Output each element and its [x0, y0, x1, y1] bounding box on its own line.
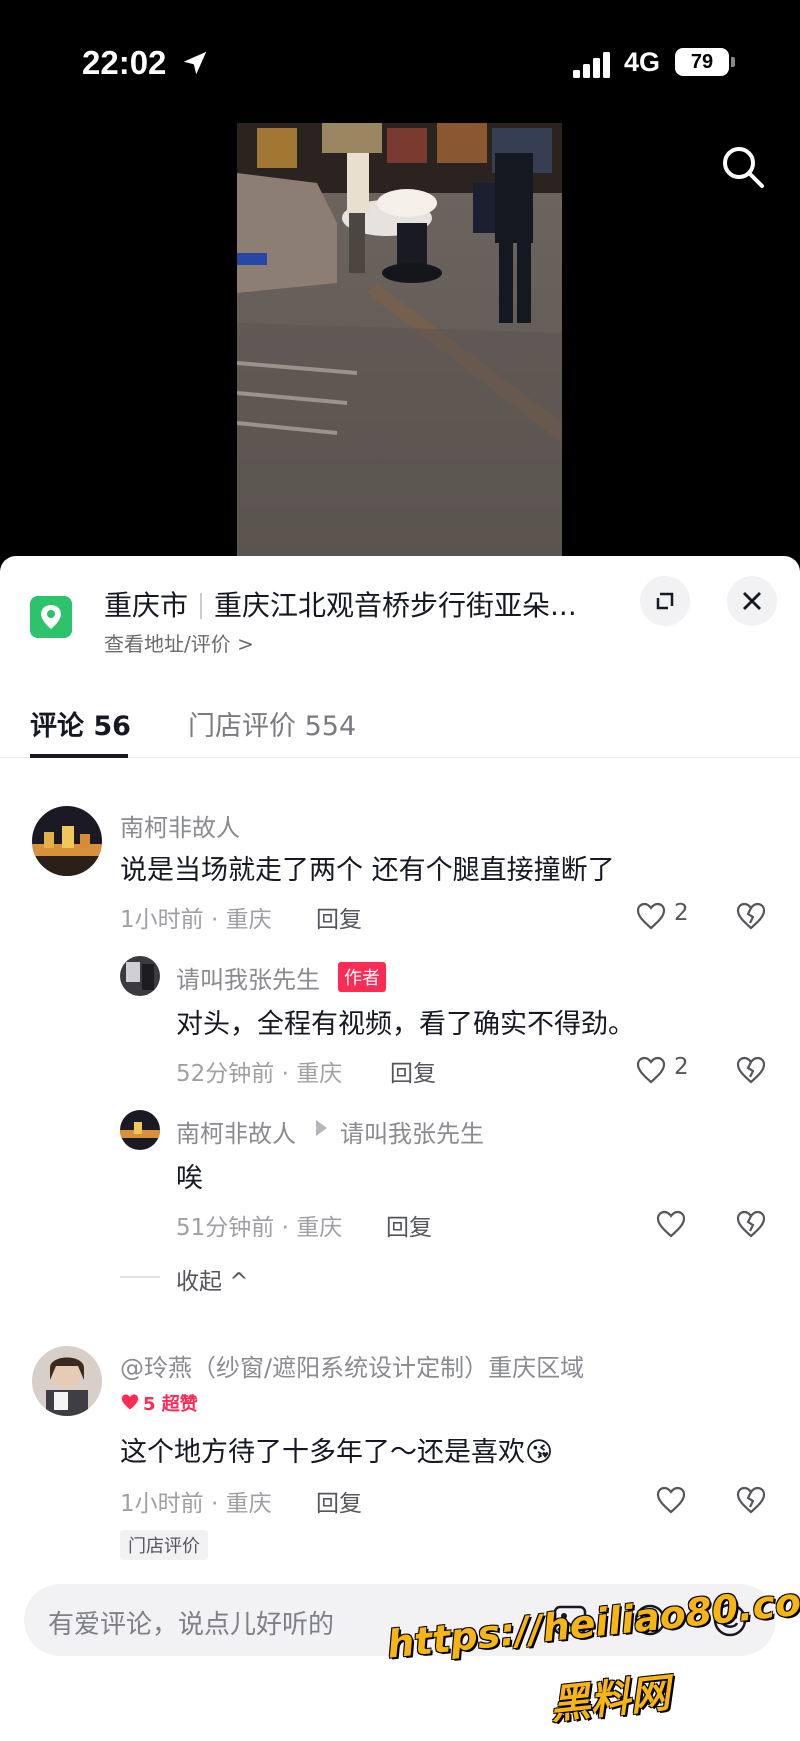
reply-button[interactable]: 回复 [390, 1054, 436, 1088]
emoji-icon[interactable] [712, 1602, 748, 1638]
broken-heart-icon[interactable] [735, 1054, 767, 1086]
like-count: 2 [674, 1054, 689, 1080]
active-tab-indicator [30, 754, 128, 758]
comment-meta: 1小时前 · 重庆 [120, 907, 272, 933]
location-arrow-icon [183, 51, 207, 75]
super-like-badge: 5 超赞 [143, 1394, 198, 1415]
status-bar: 22:02 4G 79 [0, 0, 800, 120]
location-title[interactable]: 重庆市 重庆江北观音桥步行街亚朵... [104, 584, 577, 624]
avatar[interactable] [32, 806, 102, 876]
status-time: 22:02 [82, 44, 167, 81]
close-icon[interactable] [727, 576, 777, 626]
title-divider [200, 593, 203, 619]
heart-icon[interactable] [635, 1054, 667, 1086]
collapse-replies-button[interactable]: 收起 ^ [176, 1262, 249, 1296]
comment-item: @玲燕（纱窗/遮阳系统设计定制）重庆区域 5 超赞 这个地方待了十多年了～还是喜… [0, 1346, 800, 1606]
broken-heart-icon[interactable] [735, 900, 767, 932]
search-icon[interactable] [718, 142, 768, 192]
tab-store-reviews[interactable]: 门店评价 554 [188, 704, 356, 743]
location-subtitle-link[interactable]: 查看地址/评价 > [104, 628, 254, 657]
reply-arrow-icon [316, 1120, 327, 1136]
comment-meta: 1小时前 · 重庆 [120, 1491, 272, 1517]
heart-icon[interactable] [635, 900, 667, 932]
broken-heart-icon[interactable] [735, 1484, 767, 1516]
at-icon[interactable] [632, 1602, 668, 1638]
comment-sheet: 重庆市 重庆江北观音桥步行街亚朵... 查看地址/评价 > 评论 56 门店评价 … [0, 556, 800, 1741]
map-pin-icon [30, 596, 72, 638]
reply-to-username[interactable]: 请叫我张先生 [340, 1114, 484, 1149]
comment-username[interactable]: @玲燕（纱窗/遮阳系统设计定制）重庆区域 [120, 1348, 584, 1383]
image-icon[interactable] [552, 1602, 588, 1638]
signal-icon [573, 52, 610, 78]
heart-icon[interactable] [655, 1208, 687, 1240]
author-badge: 作者 [338, 962, 386, 992]
network-type: 4G [624, 47, 661, 77]
comment-text: 说是当场就走了两个 还有个腿直接撞断了 [120, 855, 615, 886]
location-place: 重庆江北观音桥步行街亚朵... [214, 589, 577, 622]
battery-level: 79 [675, 48, 729, 76]
reply-meta: 52分钟前 · 重庆 [176, 1061, 343, 1087]
avatar[interactable] [120, 1110, 160, 1150]
store-review-tag[interactable]: 门店评价 [120, 1530, 208, 1560]
comment-username[interactable]: 南柯非故人 [120, 808, 240, 843]
collapse-divider [120, 1276, 160, 1278]
comment-item: 南柯非故人 说是当场就走了两个 还有个腿直接撞断了 1小时前 · 重庆 回复 2… [0, 806, 800, 1295]
tab-bar: 评论 56 门店评价 554 [0, 696, 800, 758]
reply-username[interactable]: 南柯非故人 [176, 1114, 296, 1149]
comment-input-bar[interactable]: 有爱评论，说点儿好听的 [24, 1584, 776, 1656]
broken-heart-icon[interactable] [735, 1208, 767, 1240]
video-thumbnail[interactable] [237, 123, 562, 560]
reply-meta: 51分钟前 · 重庆 [176, 1215, 343, 1241]
reply-button[interactable]: 回复 [386, 1208, 432, 1242]
reply-button[interactable]: 回复 [316, 900, 362, 934]
reply-button[interactable]: 回复 [316, 1484, 362, 1518]
heart-filled-icon [121, 1394, 139, 1410]
expand-icon[interactable] [640, 576, 690, 626]
location-city: 重庆市 [104, 589, 189, 622]
tab-comments[interactable]: 评论 56 [30, 704, 131, 743]
comment-input[interactable]: 有爱评论，说点儿好听的 [48, 1604, 334, 1641]
like-count: 2 [674, 900, 689, 926]
reply-username[interactable]: 请叫我张先生 [176, 960, 320, 995]
video-area[interactable] [0, 120, 800, 560]
comment-text: 这个地方待了十多年了～还是喜欢😘 [120, 1437, 554, 1468]
reply-text: 唉 [176, 1163, 203, 1194]
battery-cap [731, 57, 735, 67]
heart-icon[interactable] [655, 1484, 687, 1516]
avatar[interactable] [32, 1346, 102, 1416]
avatar[interactable] [120, 956, 160, 996]
reply-text: 对头，全程有视频，看了确实不得劲。 [176, 1009, 635, 1040]
